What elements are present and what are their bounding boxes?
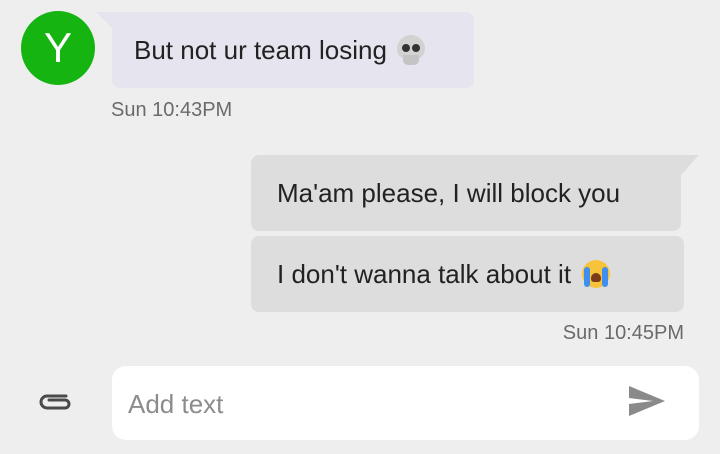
outgoing-message-bubble[interactable]: Ma'am please, I will block you [251,155,681,231]
compose-box [112,366,699,440]
paperclip-icon [36,390,76,419]
contact-avatar[interactable]: Y [21,11,95,85]
avatar-letter: Y [43,24,72,71]
skull-emoji [396,35,425,65]
incoming-message-text: But not ur team losing [134,34,387,65]
outgoing-message-bubble[interactable]: I don't wanna talk about it [251,236,684,312]
outgoing-message-text: I don't wanna talk about it [277,258,572,289]
send-icon [627,384,667,423]
incoming-bubble-tail [96,12,112,28]
outgoing-timestamp: Sun 10:45PM [562,322,684,344]
incoming-message-bubble[interactable]: But not ur team losing [112,12,474,88]
outgoing-bubble-tail [681,155,699,175]
attach-button[interactable] [34,384,78,424]
send-button[interactable] [625,384,669,422]
loudly-crying-face-emoji [581,259,611,289]
message-input[interactable] [126,384,600,424]
outgoing-message-text: Ma'am please, I will block you [277,177,621,208]
incoming-timestamp: Sun 10:43PM [111,99,233,121]
